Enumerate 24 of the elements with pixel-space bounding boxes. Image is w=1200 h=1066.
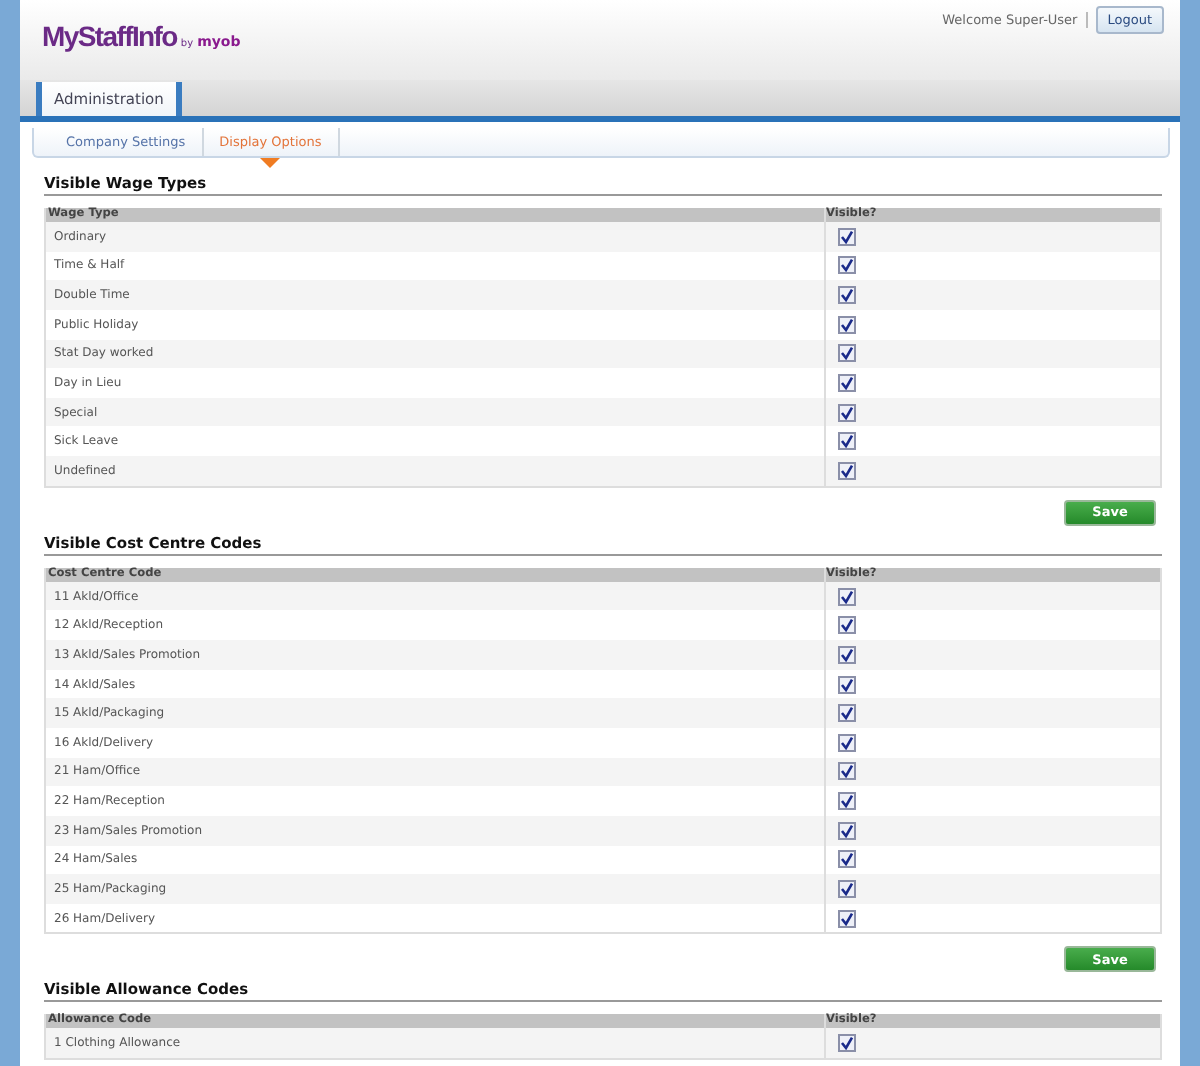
checkbox[interactable] <box>838 675 856 693</box>
checkbox[interactable] <box>838 792 856 811</box>
checkbox[interactable] <box>838 432 856 451</box>
checkbox[interactable] <box>838 616 856 635</box>
checkbox[interactable] <box>838 850 856 869</box>
checkbox[interactable] <box>838 645 856 664</box>
checkbox[interactable] <box>838 227 856 246</box>
checkbox[interactable] <box>838 587 856 606</box>
pointer-icon <box>260 158 281 168</box>
logo-title: MyStaffInfo <box>42 20 177 52</box>
checkbox[interactable] <box>838 256 856 275</box>
checkbox[interactable] <box>838 909 856 928</box>
checkbox[interactable] <box>838 461 856 480</box>
checkbox[interactable] <box>838 374 856 393</box>
checkbox[interactable] <box>838 315 856 334</box>
checkbox[interactable] <box>838 879 856 898</box>
checkbox[interactable] <box>838 1034 856 1053</box>
checkbox[interactable] <box>838 733 856 752</box>
checkbox[interactable] <box>838 762 856 781</box>
checkbox[interactable] <box>838 403 856 422</box>
checkbox[interactable] <box>838 704 856 723</box>
checkbox[interactable] <box>838 344 856 363</box>
checkbox[interactable] <box>838 821 856 840</box>
checkbox[interactable] <box>838 286 856 305</box>
